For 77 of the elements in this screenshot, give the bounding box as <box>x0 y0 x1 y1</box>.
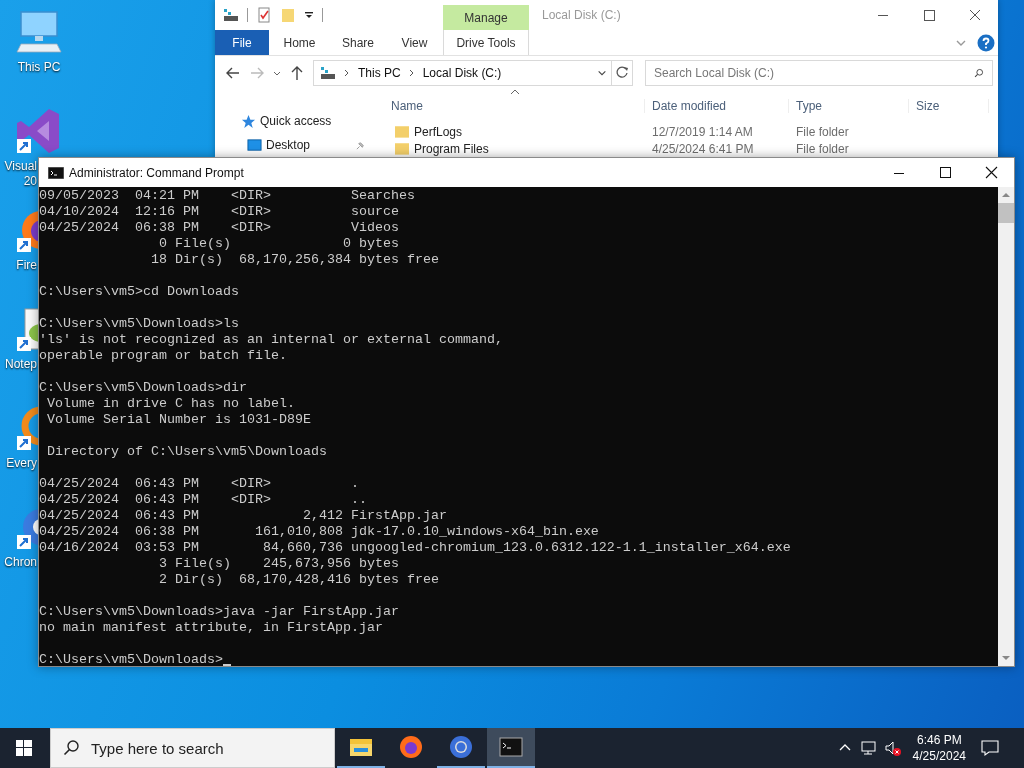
nav-item[interactable]: Desktop <box>266 138 311 152</box>
console-line: 04/25/2024 06:43 PM 2,412 FirstApp.jar <box>39 508 447 524</box>
breadcrumb[interactable]: Local Disk (C:) <box>422 65 502 80</box>
console-line: 18 Dir(s) 68,170,256,384 bytes free <box>149 252 439 268</box>
folder-icon <box>395 142 409 155</box>
tab-group-label: Manage <box>443 5 529 30</box>
desktop-icon-label: Notep <box>3 357 37 372</box>
console-line: 04/10/2024 12:16 PM <DIR> source <box>39 204 399 220</box>
console-line: 3 File(s) 245,673,956 bytes <box>157 556 399 572</box>
console-line: C:\Users\vm5\Downloads> <box>39 652 223 666</box>
console-line: 04/25/2024 06:43 PM <DIR> .. <box>39 492 367 508</box>
table-cell-text: 4/25/2024 6:41 PM <box>651 141 755 156</box>
console-line: 2 Dir(s) 68,170,428,416 bytes free <box>157 572 439 588</box>
console-line: C:\Users\vm5\Downloads>ls <box>39 316 239 332</box>
browser-icon <box>399 735 423 759</box>
nav-item[interactable]: Quick access <box>260 114 332 128</box>
desktop-icon-label: Every <box>5 456 37 471</box>
properties-icon[interactable] <box>256 7 272 23</box>
window-title: Local Disk (C:) <box>542 8 621 22</box>
scroll-thumb[interactable] <box>998 203 1014 223</box>
desktop-icon <box>247 137 262 153</box>
column-header[interactable]: Size <box>909 99 989 113</box>
console-line: 'ls' is not recognized as an internal or external command, <box>39 332 503 348</box>
desktop-icon-label: This PC <box>16 60 62 75</box>
console-line: C:\Users\vm5>cd Downloads <box>39 284 239 300</box>
desktop-icon-label: Fire <box>15 258 37 273</box>
network-icon[interactable] <box>858 738 879 758</box>
search-icon <box>63 740 79 756</box>
search-icon <box>974 66 984 79</box>
console-line: 0 File(s) 0 bytes <box>157 236 399 252</box>
console-icon <box>499 735 523 759</box>
console-line: 04/16/2024 03:53 PM 84,660,736 ungoogled-chromium_123.0.6312.122-1.1_installer_x64.exe <box>39 540 791 556</box>
drive-icon[interactable] <box>223 7 239 23</box>
table-cell-text: File folder <box>795 124 850 139</box>
console-line: Directory of C:\Users\vm5\Downloads <box>46 444 327 460</box>
console-line: 04/25/2024 06:38 PM <DIR> Videos <box>39 220 399 236</box>
ribbon-tab[interactable]: Drive Tools <box>443 30 529 55</box>
computer-icon[interactable] <box>15 8 63 56</box>
address-bar[interactable]: This PC Local Disk (C:) <box>313 59 612 86</box>
file-name[interactable]: PerfLogs <box>414 124 463 139</box>
folder-icon <box>395 125 409 138</box>
taskbar-button[interactable] <box>487 728 535 768</box>
window-title: Administrator: Command Prompt <box>69 165 244 180</box>
table-cell-text: 12/7/2019 1:14 AM <box>651 124 754 139</box>
console-line: no main manifest attribute, in FirstApp.jar <box>39 620 383 636</box>
console-line: C:\Users\vm5\Downloads>dir <box>39 380 247 396</box>
ribbon-tab[interactable]: File <box>215 30 269 55</box>
ribbon-tab[interactable]: Home <box>269 30 330 55</box>
console-line: C:\Users\vm5\Downloads>java -jar FirstApp.jar <box>39 604 399 620</box>
column-header[interactable]: Type <box>789 99 909 113</box>
console-line: 04/25/2024 06:43 PM <DIR> . <box>39 476 359 492</box>
table-cell-text: File folder <box>795 141 850 156</box>
app-shortcut-icon[interactable] <box>15 404 38 452</box>
file-name[interactable]: Program Files <box>414 141 489 156</box>
ribbon-tab[interactable]: View <box>386 30 443 55</box>
star-icon <box>241 113 256 129</box>
console-line: operable program or batch file. <box>39 348 287 364</box>
column-header[interactable]: Date modified <box>645 99 789 113</box>
browser-icon <box>449 735 473 759</box>
column-header[interactable]: Name <box>380 99 645 113</box>
console-icon <box>48 166 64 179</box>
console-line: Volume in drive C has no label. <box>46 396 295 412</box>
desktop-icon-label: Chron <box>3 555 37 570</box>
console-line: 09/05/2023 04:21 PM <DIR> Searches <box>39 188 415 204</box>
clock[interactable]: 6:46 PM 4/25/2024 <box>912 732 966 764</box>
console-line: Volume Serial Number is 1031-D89E <box>46 412 311 428</box>
breadcrumb[interactable]: This PC <box>358 65 401 80</box>
notifications-icon[interactable] <box>980 738 1000 758</box>
console-line: 04/25/2024 06:38 PM 161,010,808 jdk-17.0.10_windows-x64_bin.exe <box>39 524 599 540</box>
refresh-button[interactable] <box>611 59 633 86</box>
scrollbar[interactable] <box>998 187 1014 666</box>
ribbon-tab[interactable]: Share <box>330 30 386 55</box>
search-field[interactable]: Search Local Disk (C:) <box>645 59 993 86</box>
desktop-icon-label: Visual 20 <box>3 159 37 189</box>
help-icon[interactable] <box>977 33 995 52</box>
drive-icon <box>320 64 336 81</box>
search-field[interactable]: Type here to search <box>50 728 335 768</box>
